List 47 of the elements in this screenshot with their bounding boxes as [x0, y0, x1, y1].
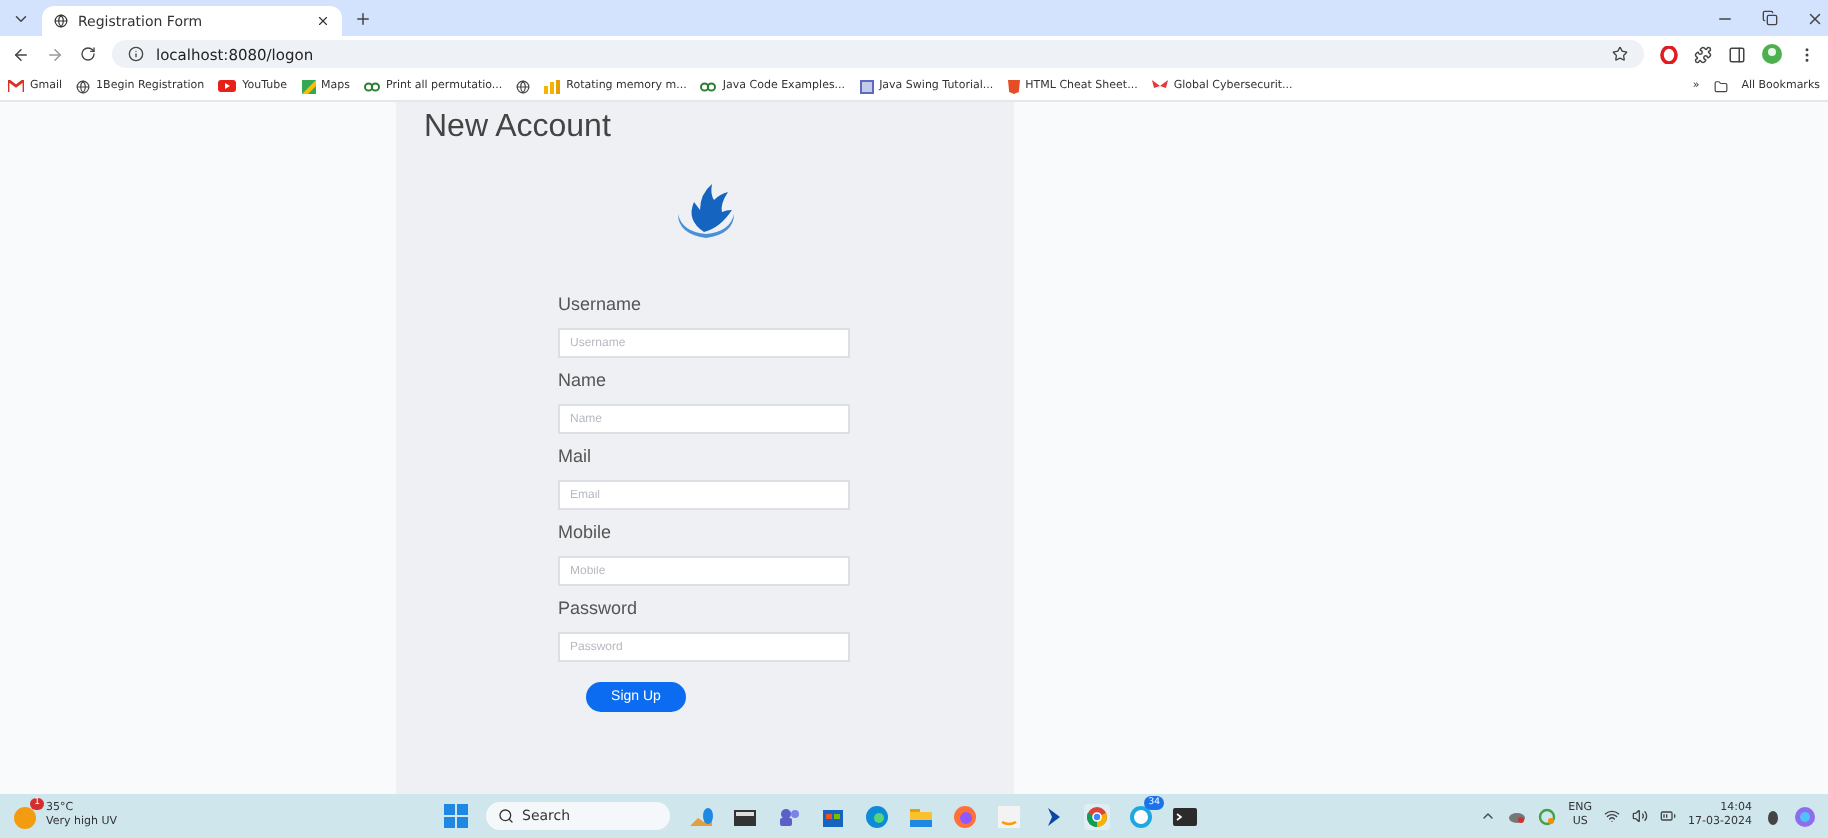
search-icon	[498, 808, 514, 824]
restore-icon[interactable]	[1762, 10, 1778, 26]
drawing-icon[interactable]	[688, 803, 714, 829]
volume-icon[interactable]	[1632, 808, 1649, 824]
back-icon[interactable]	[12, 45, 30, 63]
book-icon	[859, 79, 874, 93]
field-label: Mail	[558, 446, 594, 468]
new-tab-icon[interactable]	[354, 9, 372, 27]
field-label: Name	[558, 370, 609, 392]
mail-icon	[8, 80, 24, 92]
bars-icon	[544, 79, 561, 93]
people-icon[interactable]	[776, 803, 802, 829]
field-label: Password	[558, 598, 640, 620]
star-icon[interactable]	[1612, 46, 1628, 62]
folder-icon	[1713, 79, 1728, 93]
sun-icon	[12, 803, 38, 829]
battery-icon[interactable]	[1660, 808, 1677, 824]
field-label: Username	[558, 294, 644, 316]
info-icon[interactable]	[128, 46, 144, 62]
map-icon	[301, 79, 315, 93]
fox-icon[interactable]	[952, 803, 978, 829]
play-icon	[218, 80, 237, 92]
forward-icon[interactable]	[46, 45, 64, 63]
globe-icon	[516, 79, 531, 93]
ring-icon[interactable]	[1660, 45, 1678, 63]
globe-icon	[76, 79, 91, 93]
chrome-icon[interactable]	[1084, 803, 1110, 829]
close-icon[interactable]	[1806, 9, 1824, 27]
reload-icon[interactable]	[80, 46, 96, 62]
start-icon[interactable]	[444, 804, 468, 828]
wifi-icon[interactable]	[1604, 808, 1621, 824]
cloud-icon[interactable]	[1508, 808, 1527, 824]
terminal-icon[interactable]	[1172, 803, 1198, 829]
close-icon[interactable]	[316, 14, 330, 28]
avatar-icon[interactable]	[1762, 44, 1782, 64]
link-icon	[700, 81, 717, 91]
chevron-up-icon[interactable]	[1480, 808, 1497, 824]
wings-icon	[1151, 80, 1168, 92]
puzzle-icon[interactable]	[1694, 45, 1712, 63]
shield-icon	[1007, 79, 1020, 93]
side-panel-icon[interactable]	[1728, 45, 1746, 63]
folder-icon[interactable]	[908, 803, 934, 829]
globe-icon	[54, 14, 68, 28]
field-label: Mobile	[558, 522, 614, 544]
form-title: New Account	[422, 108, 613, 146]
link-icon	[363, 81, 380, 91]
sync-icon[interactable]	[1538, 807, 1557, 825]
